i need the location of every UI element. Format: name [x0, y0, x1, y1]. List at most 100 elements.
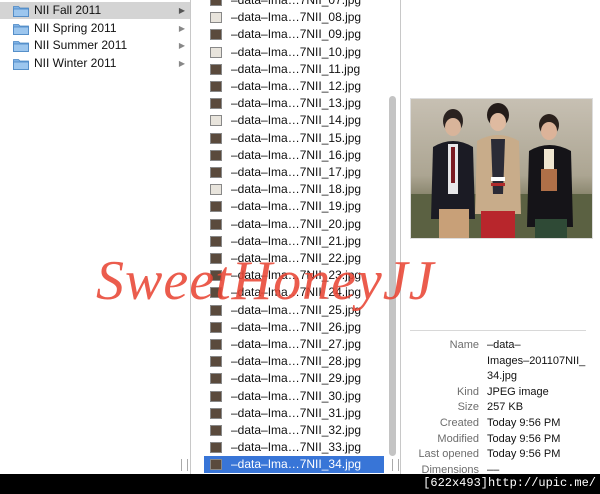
file-column: –data–Ima…7NII_07.jpg –data–Ima…7NII_08.j…: [191, 0, 401, 474]
image-file-icon: [210, 132, 222, 144]
info-key: Name: [449, 339, 479, 351]
folder-item[interactable]: NII Winter 2011 ▶: [0, 55, 190, 72]
preview-column: Name –data– Images–201107NII_ 34.jpg Kind JPE…: [401, 0, 600, 474]
column-resize-handle[interactable]: [392, 459, 399, 471]
file-label: –data–Ima…7NII_07.jpg: [231, 0, 362, 7]
file-label: –data–Ima…7NII_17.jpg: [231, 165, 362, 179]
image-file-icon: [210, 184, 222, 196]
file-item[interactable]: –data–Ima…7NII_17.jpg: [204, 164, 394, 181]
file-item[interactable]: –data–Ima…7NII_32.jpg: [204, 422, 394, 439]
info-key: Modified: [437, 432, 479, 445]
folder-label: NII Fall 2011: [34, 3, 102, 17]
image-file-icon: [210, 46, 222, 58]
file-label: –data–Ima…7NII_28.jpg: [231, 354, 362, 369]
file-label: –data–Ima…7NII_19.jpg: [231, 199, 362, 214]
image-file-icon: [210, 425, 222, 436]
image-file-icon: [210, 149, 222, 161]
image-file-icon: [210, 390, 222, 402]
file-item[interactable]: –data–Ima…7NII_09.jpg: [204, 26, 394, 43]
file-item[interactable]: –data–Ima…7NII_07.jpg: [204, 0, 394, 9]
folder-item[interactable]: NII Spring 2011 ▶: [0, 20, 190, 37]
folder-icon: [13, 58, 29, 70]
file-item[interactable]: –data–Ima…7NII_26.jpg: [204, 319, 394, 336]
image-file-icon: [210, 12, 222, 24]
image-file-icon: [210, 373, 222, 385]
info-divider: [410, 330, 586, 331]
file-item[interactable]: –data–Ima…7NII_18.jpg: [204, 181, 394, 198]
file-item[interactable]: –data–Ima…7NII_13.jpg: [204, 95, 394, 112]
file-item[interactable]: –data–Ima…7NII_08.jpg: [204, 9, 394, 26]
info-value: –data–: [487, 339, 521, 351]
folder-label: NII Winter 2011: [34, 55, 117, 70]
image-file-icon: [210, 201, 222, 213]
folder-item[interactable]: NII Summer 2011 ▶: [0, 37, 190, 54]
image-file-icon: [210, 167, 222, 178]
file-label: –data–Ima…7NII_27.jpg: [231, 337, 362, 351]
info-value: 34.jpg: [487, 370, 517, 383]
info-key: Kind: [456, 385, 479, 398]
image-file-icon: [210, 115, 222, 127]
file-item[interactable]: –data–Ima…7NII_33.jpg: [204, 439, 394, 456]
info-value: JPEG image: [487, 385, 549, 398]
image-file-icon: [210, 459, 222, 471]
file-label: –data–Ima…7NII_32.jpg: [231, 423, 362, 437]
info-value: Today 9:56 PM: [487, 432, 561, 445]
column-resize-handle[interactable]: [181, 459, 188, 471]
image-file-icon: [210, 321, 222, 333]
file-item[interactable]: –data–Ima…7NII_16.jpg: [204, 147, 394, 164]
folder-icon: [13, 23, 29, 35]
image-file-icon: [210, 0, 222, 6]
file-label: –data–Ima…7NII_20.jpg: [231, 216, 362, 231]
file-item[interactable]: –data–Ima…7NII_31.jpg: [204, 405, 394, 422]
file-item[interactable]: –data–Ima…7NII_14.jpg: [204, 112, 394, 129]
upic-credit: [622x493]http://upic.me/: [423, 476, 596, 490]
file-label: –data–Ima…7NII_29.jpg: [231, 371, 362, 386]
file-label: –data–Ima…7NII_12.jpg: [231, 79, 362, 93]
folder-column: NII Fall 2011 ▶ NII Spring 2011 ▶ NII Summer…: [0, 0, 191, 474]
info-value: Today 9:56 PM: [487, 417, 561, 429]
disclosure-arrow-icon: ▶: [178, 23, 185, 33]
file-item[interactable]: –data–Ima…7NII_34.jpg: [204, 456, 384, 474]
file-label: –data–Ima…7NII_14.jpg: [231, 113, 362, 128]
image-file-icon: [210, 339, 222, 350]
file-item[interactable]: –data–Ima…7NII_28.jpg: [204, 353, 394, 370]
image-file-icon: [210, 407, 222, 419]
file-item[interactable]: –data–Ima…7NII_12.jpg: [204, 78, 394, 95]
image-file-icon: [210, 218, 222, 230]
info-value: ––: [487, 463, 500, 474]
disclosure-arrow-icon: ▶: [178, 41, 185, 50]
info-key: Last opened: [418, 448, 479, 461]
image-file-icon: [210, 63, 222, 75]
watermark-text: SweetHoneyJJ: [96, 250, 435, 312]
image-file-icon: [210, 98, 222, 110]
file-item[interactable]: –data–Ima…7NII_10.jpg: [204, 44, 394, 61]
file-label: –data–Ima…7NII_16.jpg: [231, 147, 362, 162]
image-file-icon: [210, 442, 222, 454]
info-value: Today 9:56 PM: [487, 448, 561, 461]
folder-icon: [13, 6, 29, 17]
file-item[interactable]: –data–Ima…7NII_30.jpg: [204, 388, 394, 405]
file-item[interactable]: –data–Ima…7NII_11.jpg: [204, 61, 394, 78]
info-value: Images–201107NII_: [487, 354, 586, 367]
file-label: –data–Ima…7NII_30.jpg: [231, 388, 362, 403]
file-item[interactable]: –data–Ima…7NII_15.jpg: [204, 130, 394, 147]
file-label: –data–Ima…7NII_10.jpg: [231, 44, 362, 59]
file-item[interactable]: –data–Ima…7NII_20.jpg: [204, 216, 394, 233]
file-label: –data–Ima…7NII_26.jpg: [231, 319, 362, 334]
file-item[interactable]: –data–Ima…7NII_29.jpg: [204, 370, 394, 387]
image-file-icon: [210, 356, 222, 368]
image-file-icon: [210, 29, 222, 41]
bottom-bar: [622x493]http://upic.me/: [0, 474, 600, 494]
file-item[interactable]: –data–Ima…7NII_19.jpg: [204, 198, 394, 215]
file-item[interactable]: –data–Ima…7NII_27.jpg: [204, 336, 394, 353]
file-label: –data–Ima…7NII_34.jpg: [231, 457, 362, 472]
file-label: –data–Ima…7NII_13.jpg: [231, 96, 362, 111]
file-label: –data–Ima…7NII_09.jpg: [231, 27, 362, 42]
info-value: 257 KB: [487, 401, 524, 414]
file-label: –data–Ima…7NII_11.jpg: [231, 61, 361, 76]
file-label: –data–Ima…7NII_08.jpg: [231, 10, 362, 25]
info-key: Size: [457, 401, 479, 414]
folder-item[interactable]: NII Fall 2011 ▶: [0, 2, 190, 19]
folder-icon: [13, 41, 29, 52]
info-key: Created: [439, 417, 479, 429]
